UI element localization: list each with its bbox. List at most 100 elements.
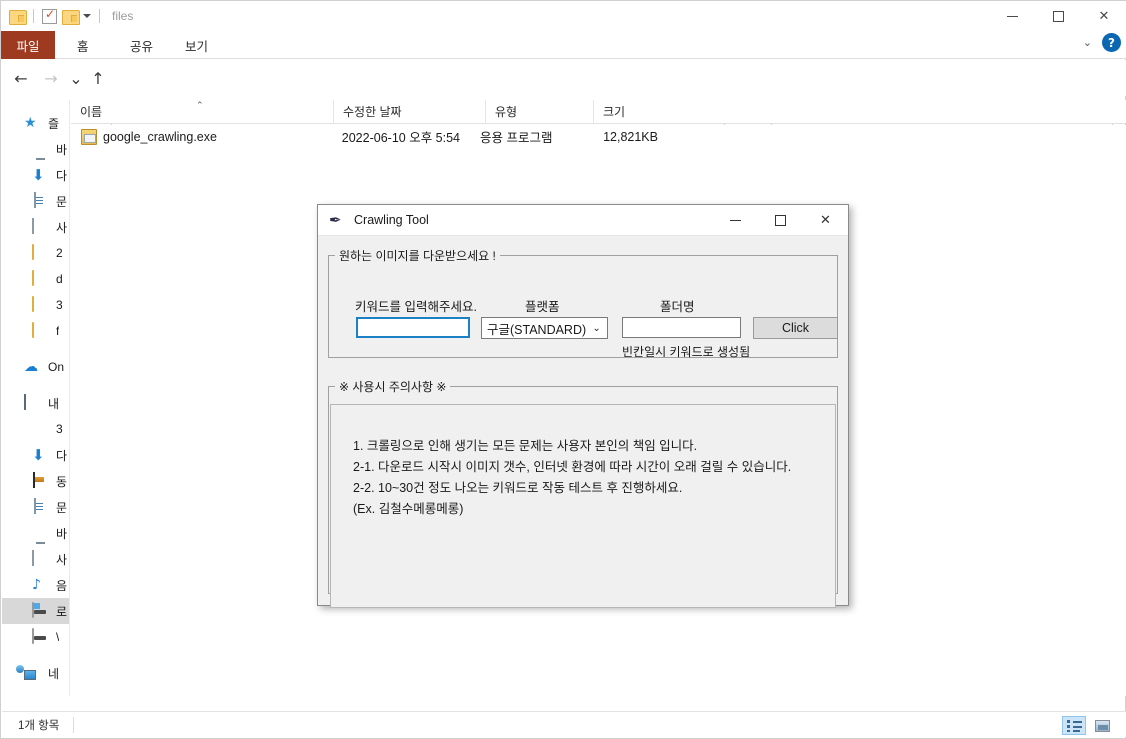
sidebar-item-network[interactable]: 네	[2, 660, 69, 686]
sidebar-item-label: 바	[56, 525, 67, 542]
folder-icon	[32, 270, 34, 286]
tab-view[interactable]: 보기	[171, 31, 222, 59]
sidebar-item-pictures[interactable]: 사	[2, 214, 69, 240]
quick-access-toolbar: files	[9, 5, 133, 27]
sidebar-item-label: 문	[56, 499, 67, 516]
ribbon-right-controls: ⌄ ?	[1083, 33, 1121, 52]
folder-label: 폴더명	[660, 296, 695, 315]
explorer-window-controls: ✕	[989, 1, 1126, 31]
notice-line-2: 2-1. 다운로드 시작시 이미지 갯수, 인터넷 환경에 따라 시간이 오래 …	[353, 456, 791, 475]
column-header-row: 이름 ⌃ 수정한 날짜 유형 크기	[71, 100, 1126, 124]
expand-ribbon-icon[interactable]: ⌄	[1083, 36, 1092, 49]
dialog-minimize-button[interactable]	[713, 205, 758, 236]
sidebar-item-drive[interactable]: \	[2, 624, 69, 650]
maximize-button[interactable]	[1035, 1, 1081, 31]
crawling-tool-dialog: ✒ Crawling Tool ✕ 원하는 이미지를 다운받으세요 ! 키워드를…	[317, 204, 849, 606]
sidebar-item-label: 네	[48, 665, 59, 682]
sidebar-item-desktop[interactable]: 바	[2, 136, 69, 162]
dialog-window-controls: ✕	[713, 205, 848, 236]
folder-icon	[32, 296, 34, 312]
file-modified-cell: 2022-06-10 오후 5:54	[319, 127, 471, 146]
sidebar-item-folder-2[interactable]: d	[2, 266, 69, 292]
click-button[interactable]: Click	[753, 317, 838, 339]
sidebar-item-documents-pc[interactable]: 문	[2, 494, 69, 520]
sidebar-item-3d-objects[interactable]: 3	[2, 416, 69, 442]
sidebar-item-videos[interactable]: 동	[2, 468, 69, 494]
view-mode-buttons	[1062, 716, 1114, 735]
tab-share[interactable]: 공유	[116, 31, 167, 59]
tab-file[interactable]: 파일	[1, 31, 55, 59]
sidebar-item-label: 3	[56, 298, 63, 312]
notice-textbox: 1. 크롤링으로 인해 생기는 모든 문제는 사용자 본인의 책임 입니다. 2…	[330, 404, 836, 608]
sidebar-item-label: On	[48, 360, 64, 374]
sidebar-item-local-disk-c[interactable]: 로	[2, 598, 69, 624]
recent-locations-button[interactable]: ⌄	[64, 66, 88, 90]
sidebar-item-label: 문	[56, 193, 67, 210]
notice-line-1: 1. 크롤링으로 인해 생기는 모든 문제는 사용자 본인의 책임 입니다.	[353, 435, 697, 454]
sidebar-item-label: 로	[56, 603, 67, 620]
properties-icon[interactable]	[42, 9, 57, 24]
sidebar-item-desktop-pc[interactable]: 바	[2, 520, 69, 546]
customize-dropdown-icon[interactable]	[83, 14, 91, 18]
tab-home[interactable]: 홈	[63, 31, 103, 59]
explorer-window-title: files	[112, 9, 133, 23]
download-options-group: 원하는 이미지를 다운받으세요 ! 키워드를 입력해주세요. 플랫폼 폴더명 구…	[328, 247, 838, 358]
close-button[interactable]: ✕	[1081, 1, 1126, 31]
column-header-type[interactable]: 유형	[485, 100, 593, 123]
sidebar-item-this-pc[interactable]: 내	[2, 390, 69, 416]
folder-name-input[interactable]	[622, 317, 741, 338]
dialog-title: Crawling Tool	[354, 213, 429, 227]
column-header-modified[interactable]: 수정한 날짜	[333, 100, 485, 123]
sidebar-item-label: 다	[56, 447, 67, 464]
platform-select[interactable]: 구글(STANDARD) ⌄	[481, 317, 608, 339]
column-header-size[interactable]: 크기	[593, 100, 681, 123]
forward-button[interactable]: →	[39, 66, 63, 90]
notice-group: ※ 사용시 주의사항 ※ 1. 크롤링으로 인해 생기는 모든 문제는 사용자 …	[328, 378, 838, 594]
dialog-maximize-button[interactable]	[758, 205, 803, 236]
dialog-title-bar: ✒ Crawling Tool ✕	[318, 205, 848, 236]
cloud-icon: ☁	[24, 359, 38, 375]
dialog-close-button[interactable]: ✕	[803, 205, 848, 236]
picture-icon	[32, 550, 34, 566]
minimize-button[interactable]	[989, 1, 1035, 31]
exe-file-icon	[81, 129, 97, 145]
back-button[interactable]: ←	[9, 66, 33, 90]
sidebar-item-label: 2	[56, 246, 63, 260]
sidebar-item-label: 바	[56, 141, 67, 158]
sidebar-item-downloads-pc[interactable]: ⬇ 다	[2, 442, 69, 468]
navigation-pane[interactable]: ★ 즐 바 ⬇ 다 문 사 2 d 3	[2, 100, 70, 696]
star-icon: ★	[24, 115, 37, 131]
dialog-body: 원하는 이미지를 다운받으세요 ! 키워드를 입력해주세요. 플랫폼 폴더명 구…	[318, 236, 848, 605]
keyword-label: 키워드를 입력해주세요.	[355, 296, 477, 315]
sidebar-item-downloads[interactable]: ⬇ 다	[2, 162, 69, 188]
sidebar-item-onedrive[interactable]: ☁ On	[2, 354, 69, 380]
item-count-label: 1개 항목	[18, 717, 59, 733]
sidebar-item-quick-access[interactable]: ★ 즐	[2, 110, 69, 136]
help-icon[interactable]: ?	[1102, 33, 1121, 52]
sidebar-item-documents[interactable]: 문	[2, 188, 69, 214]
new-folder-icon[interactable]	[62, 10, 78, 23]
sidebar-item-folder-1[interactable]: 2	[2, 240, 69, 266]
explorer-title-bar: files ✕	[1, 1, 1126, 31]
disk-icon	[32, 628, 34, 644]
up-button[interactable]: ↑	[86, 66, 110, 90]
sidebar-item-label: 즐	[48, 115, 59, 132]
sidebar-item-label: \	[56, 630, 59, 644]
folder-icon[interactable]	[9, 10, 25, 23]
sidebar-item-label: d	[56, 272, 63, 286]
details-view-button[interactable]	[1062, 716, 1086, 735]
notice-line-3: 2-2. 10~30건 정도 나오는 키워드로 작동 테스트 후 진행하세요.	[353, 477, 682, 496]
video-icon	[33, 472, 35, 488]
download-icon: ⬇	[32, 446, 45, 464]
file-name-cell: google_crawling.exe	[103, 130, 319, 144]
sidebar-item-pictures-pc[interactable]: 사	[2, 546, 69, 572]
sidebar-item-folder-3[interactable]: 3	[2, 292, 69, 318]
large-icons-view-button[interactable]	[1090, 716, 1114, 735]
table-row[interactable]: google_crawling.exe 2022-06-10 오후 5:54 응…	[71, 125, 1126, 148]
keyword-input[interactable]	[356, 317, 470, 338]
qat-separator-1	[33, 9, 34, 23]
sidebar-item-folder-4[interactable]: f	[2, 318, 69, 344]
download-options-legend: 원하는 이미지를 다운받으세요 !	[335, 247, 500, 264]
sidebar-item-music[interactable]: ♪ 음	[2, 572, 69, 598]
pc-icon	[24, 394, 26, 410]
